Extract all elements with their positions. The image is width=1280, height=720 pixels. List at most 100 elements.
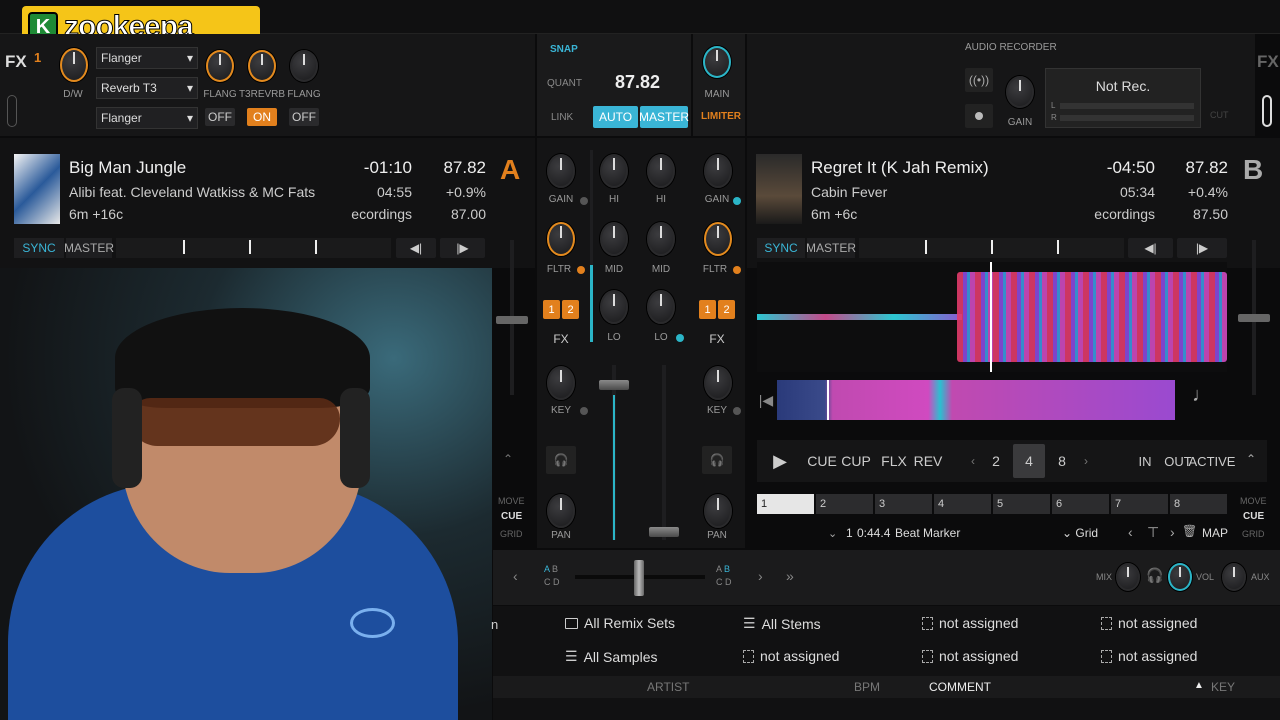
limiter-indicator[interactable]: LIMITER	[701, 111, 741, 122]
deck-a-grid-mode[interactable]: GRID	[500, 529, 523, 539]
cue-type-select[interactable]: ⌄ Grid	[1062, 526, 1098, 540]
loop-in-button[interactable]: IN	[1130, 444, 1160, 478]
link-button[interactable]: LINK	[551, 112, 573, 123]
favorite-slot-empty[interactable]: not assigned	[1101, 648, 1197, 664]
loop-size-8[interactable]: 8	[1046, 444, 1078, 478]
deck-b-eq-lo[interactable]	[647, 290, 675, 324]
deck-b-overview[interactable]	[777, 380, 1175, 420]
xf-left-c[interactable]: C	[544, 577, 551, 587]
deck-a-beatjump-back[interactable]: ◀|	[396, 238, 436, 258]
auto-button[interactable]: AUTO	[593, 106, 638, 128]
deck-a-master-button[interactable]: MASTER	[64, 238, 114, 258]
deck-b-waveform[interactable]	[757, 262, 1227, 372]
deck-b-key-knob[interactable]	[704, 366, 732, 400]
deck-b-play-button[interactable]: ▶	[760, 444, 800, 478]
cue-slot-3[interactable]: 3	[875, 494, 932, 514]
fx-left-handle[interactable]	[7, 95, 17, 127]
deck-a-eq-mid[interactable]	[600, 222, 628, 256]
cue-vol-knob[interactable]	[1168, 563, 1192, 591]
cue-slot-8[interactable]: 8	[1170, 494, 1227, 514]
deck-b-headphone-cue[interactable]: 🎧	[702, 446, 732, 474]
cue-slot-4[interactable]: 4	[934, 494, 991, 514]
column-key[interactable]: KEY	[1211, 680, 1235, 694]
dry-wet-knob[interactable]	[60, 48, 88, 82]
fx-toggle-3[interactable]: OFF	[289, 108, 319, 126]
cue-set-icon[interactable]: ⊤	[1147, 524, 1159, 541]
loop-active-button[interactable]: ACTIVE	[1189, 444, 1236, 478]
deck-b-collapse[interactable]: ⌃	[1246, 452, 1256, 466]
favorite-all-remix-sets[interactable]: All Remix Sets	[565, 615, 675, 631]
deck-a-filter-dot[interactable]	[577, 266, 585, 274]
deck-b-grid-mode[interactable]: GRID	[1242, 529, 1265, 539]
fx-select-1[interactable]: Flanger ▾	[96, 47, 198, 69]
fx-knob-3[interactable]	[290, 50, 318, 82]
cue-slot-7[interactable]: 7	[1111, 494, 1168, 514]
fx-toggle-1[interactable]: OFF	[205, 108, 235, 126]
favorite-slot-empty[interactable]: not assigned	[922, 648, 1018, 664]
deck-b-beatjump-forward[interactable]: |▶	[1177, 238, 1227, 258]
cue-slot-2[interactable]: 2	[816, 494, 873, 514]
xf-right-b[interactable]: B	[724, 564, 730, 574]
column-artist[interactable]: ARTIST	[647, 680, 689, 694]
deck-a-key-knob[interactable]	[547, 366, 575, 400]
deck-b-filter-dot[interactable]	[733, 266, 741, 274]
deck-b-overview-back[interactable]: |◀	[757, 380, 775, 420]
crossfader-left-arrow[interactable]: ‹	[513, 568, 518, 584]
deck-a-sync-button[interactable]: SYNC	[14, 238, 64, 258]
deck-b-beatjump-back[interactable]: ◀|	[1128, 238, 1173, 258]
cue-slot-1[interactable]: 1	[757, 494, 814, 514]
loop-size-4[interactable]: 4	[1013, 444, 1045, 478]
deck-b-note-icon[interactable]: ♩	[1192, 384, 1212, 407]
xf-right-d[interactable]: D	[725, 577, 732, 587]
fx-toggle-2[interactable]: ON	[247, 108, 277, 126]
deck-a-tempo-fader[interactable]	[496, 316, 528, 324]
deck-b-cup-button[interactable]: CUP	[840, 444, 872, 478]
deck-b-filter-knob[interactable]	[704, 222, 732, 256]
fx-select-2[interactable]: Reverb T3 ▾	[96, 77, 198, 99]
cue-mix-knob[interactable]	[1116, 563, 1140, 591]
quant-button[interactable]: QUANT	[547, 78, 582, 89]
aux-knob[interactable]	[1222, 563, 1246, 591]
recorder-gain-knob[interactable]	[1006, 76, 1034, 108]
crossfader-right-arrow[interactable]: ›	[758, 568, 763, 584]
deck-a-eq-lo[interactable]	[600, 290, 628, 324]
deck-b-master-button[interactable]: MASTER	[806, 238, 856, 258]
crossfader-double-arrow[interactable]: »	[786, 568, 794, 584]
deck-a-eq-hi[interactable]	[600, 154, 628, 188]
deck-b-cue-mode[interactable]: CUE	[1243, 511, 1264, 522]
favorite-slot-empty[interactable]: not assigned	[922, 615, 1018, 631]
trash-icon[interactable]: 🗑	[1182, 524, 1197, 538]
xf-right-c[interactable]: C	[716, 577, 723, 587]
record-button[interactable]	[965, 104, 993, 128]
fx-knob-1[interactable]	[206, 50, 234, 82]
deck-a-expand[interactable]: ⌃	[503, 452, 513, 466]
crossfader-handle[interactable]	[634, 560, 644, 596]
deck-a-channel-fader[interactable]	[599, 380, 629, 390]
deck-b-pan-knob[interactable]	[704, 494, 732, 528]
cue-slot-5[interactable]: 5	[993, 494, 1050, 514]
favorite-slot-empty[interactable]: not assigned	[1101, 615, 1197, 631]
column-bpm[interactable]: BPM	[854, 680, 880, 694]
deck-b-tempo-fader[interactable]	[1238, 314, 1270, 322]
deck-b-sync-button[interactable]: SYNC	[757, 238, 805, 258]
deck-b-eq-hi[interactable]	[647, 154, 675, 188]
broadcast-icon[interactable]: ((•))	[965, 68, 993, 92]
cue-prev[interactable]: ‹	[1128, 524, 1133, 540]
fx-right-handle[interactable]	[1262, 95, 1272, 127]
deck-b-fx-2[interactable]: 2	[718, 300, 735, 319]
master-bpm[interactable]: 87.82	[615, 72, 660, 93]
deck-b-reverse-button[interactable]: REV	[912, 444, 944, 478]
deck-b-cue-button[interactable]: CUE	[806, 444, 838, 478]
deck-b-eq-mid[interactable]	[647, 222, 675, 256]
deck-a-key-dot[interactable]	[580, 407, 588, 415]
deck-b-flux-button[interactable]: FLX	[878, 444, 910, 478]
cue-next[interactable]: ›	[1170, 524, 1175, 540]
master-clock-button[interactable]: MASTER	[639, 106, 689, 128]
deck-a-pan-knob[interactable]	[547, 494, 575, 528]
cue-map-button[interactable]: MAP	[1202, 526, 1228, 540]
deck-a-filter-knob[interactable]	[547, 222, 575, 256]
favorite-slot-empty[interactable]: not assigned	[743, 648, 839, 664]
deck-a-fx-2[interactable]: 2	[562, 300, 579, 319]
favorite-all-samples[interactable]: ☰ All Samples	[565, 648, 657, 665]
deck-b-gain-knob[interactable]	[704, 154, 732, 188]
